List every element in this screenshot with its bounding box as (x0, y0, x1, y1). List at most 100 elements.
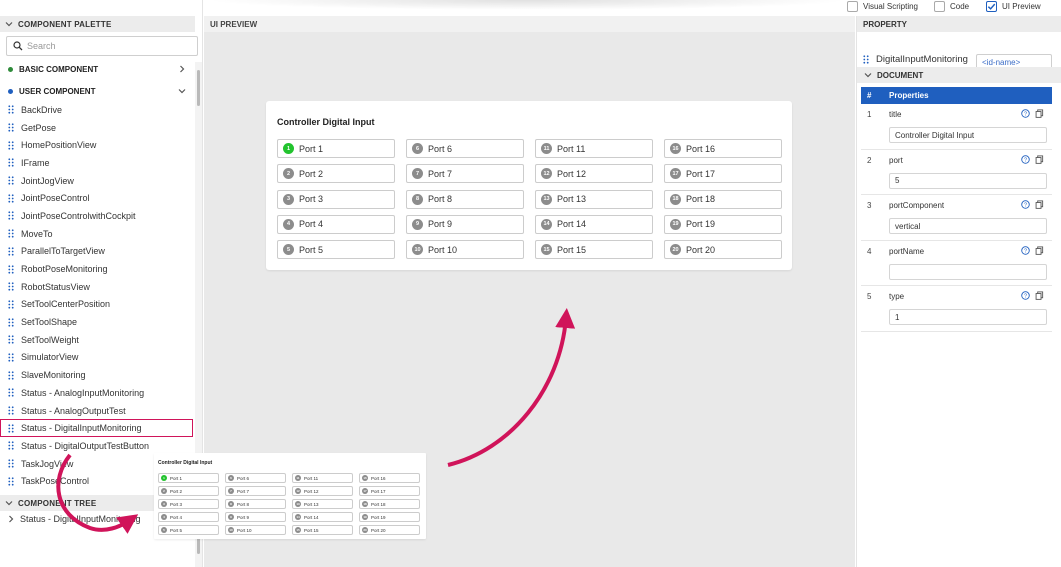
palette-item[interactable]: SetToolShape (0, 313, 195, 331)
property-value-input[interactable] (889, 263, 1047, 280)
property-index: 1 (867, 110, 872, 119)
main-port-5[interactable]: 5 Port 5 (277, 240, 395, 260)
property-value-input[interactable]: vertical (889, 218, 1047, 234)
code-label: Code (950, 2, 970, 11)
palette-item[interactable]: SlaveMonitoring (0, 366, 195, 384)
help-icon[interactable]: ? (1021, 200, 1030, 209)
main-port-8[interactable]: 8 Port 8 (406, 189, 524, 209)
main-port-11[interactable]: 11 Port 11 (535, 139, 653, 158)
palette-item[interactable]: JointJogView (0, 172, 195, 190)
main-port-3[interactable]: 3 Port 3 (277, 189, 395, 209)
palette-header[interactable]: COMPONENT PALETTE (0, 16, 195, 32)
help-icon[interactable]: ? (1021, 245, 1030, 255)
main-port-1[interactable]: 1 Port 1 (277, 139, 395, 158)
copy-icon[interactable] (1035, 154, 1044, 164)
main-port-13[interactable]: 13 Port 13 (535, 189, 653, 209)
palette-item[interactable]: JointPoseControlwithCockpit (0, 207, 195, 225)
ui-preview-toggle[interactable]: UI Preview (986, 1, 1041, 12)
user-component-group[interactable]: USER COMPONENT (0, 83, 195, 99)
property-name: portName (889, 246, 925, 256)
thumb-port-5: 5 Port 5 (158, 525, 219, 535)
port-label: Port 16 (371, 475, 386, 481)
port-status-indicator: 8 (228, 501, 234, 507)
drag-handle-icon (8, 264, 14, 274)
property-value-input[interactable]: Controller Digital Input (889, 127, 1047, 143)
main-port-14[interactable]: 14 Port 14 (535, 214, 653, 234)
port-label: Port 1 (170, 475, 183, 481)
code-checkbox[interactable] (934, 1, 945, 12)
port-label: Port 17 (371, 488, 386, 494)
palette-item[interactable]: SimulatorView (0, 349, 195, 367)
drag-handle-icon (8, 123, 14, 132)
code-toggle[interactable]: Code (934, 1, 969, 12)
search-input[interactable]: Search (6, 36, 198, 56)
main-port-20[interactable]: 20 Port 20 (664, 240, 782, 260)
port-label: Port 15 (304, 527, 319, 533)
help-icon[interactable]: ? (1021, 109, 1030, 118)
copy-icon[interactable] (1035, 245, 1044, 255)
document-header[interactable]: DOCUMENT (857, 67, 1061, 83)
palette-item-label: SetToolShape (21, 317, 78, 328)
main-port-15[interactable]: 15 Port 15 (535, 240, 653, 260)
visual-scripting-checkbox[interactable] (847, 1, 858, 12)
palette-item[interactable]: IFrame (0, 154, 195, 172)
palette-item[interactable]: MoveTo (0, 225, 195, 243)
scrollbar-thumb[interactable] (197, 70, 200, 106)
port-label: Port 16 (686, 143, 716, 154)
palette-item-label: IFrame (21, 157, 50, 168)
palette-item-label: JointJogView (21, 175, 74, 186)
main-port-2[interactable]: 2 Port 2 (277, 164, 395, 184)
palette-item[interactable]: JointPoseControl (0, 189, 195, 207)
palette-item[interactable]: ParallelToTargetView (0, 243, 195, 261)
thumb-port-13: 13 Port 13 (292, 499, 353, 509)
port-label: Port 1 (299, 143, 324, 154)
palette-item[interactable]: HomePositionView (0, 136, 195, 154)
palette-item[interactable]: SetToolWeight (0, 331, 195, 349)
main-port-9[interactable]: 9 Port 9 (406, 214, 524, 234)
palette-item[interactable]: RobotStatusView (0, 278, 195, 296)
help-icon[interactable]: ? (1021, 291, 1030, 300)
palette-item[interactable]: BackDrive (0, 101, 195, 119)
palette-item[interactable]: Status - AnalogOutputTest (0, 402, 195, 420)
copy-icon[interactable] (1035, 291, 1044, 300)
port-status-indicator: 14 (295, 514, 301, 520)
copy-icon[interactable] (1035, 109, 1044, 118)
ui-preview-checkbox[interactable] (986, 1, 997, 12)
palette-item[interactable]: GetPose (0, 119, 195, 137)
main-port-7[interactable]: 7 Port 7 (406, 164, 524, 184)
copy-icon[interactable] (1035, 200, 1044, 209)
port-label: Port 7 (428, 168, 453, 179)
palette-item[interactable]: SetToolCenterPosition (0, 296, 195, 314)
drag-handle-icon (8, 247, 14, 256)
palette-item[interactable]: RobotPoseMonitoring (0, 260, 195, 278)
scrollbar-thumb-lower[interactable] (197, 538, 200, 554)
digital-input-card[interactable]: Controller Digital Input 1 Port 1 2 Port 23… (266, 101, 792, 270)
property-value-input[interactable]: 1 (889, 309, 1047, 325)
main-port-4[interactable]: 4 Port 4 (277, 214, 395, 234)
main-port-6[interactable]: 6 Port 6 (406, 139, 524, 158)
port-status-indicator: 2 (161, 488, 167, 494)
basic-group-label: BASIC COMPONENT (19, 64, 99, 74)
main-port-18[interactable]: 18 Port 18 (664, 189, 782, 209)
visual-scripting-toggle[interactable]: Visual Scripting (847, 1, 918, 12)
port-status-indicator: 5 (283, 244, 294, 256)
property-header: PROPERTY (857, 16, 1061, 32)
palette-item[interactable]: Status - DigitalInputMonitoring (0, 419, 193, 438)
port-status-indicator: 20 (670, 244, 681, 256)
palette-item-label: SlaveMonitoring (21, 370, 86, 381)
main-port-19[interactable]: 19 Port 19 (664, 214, 782, 234)
basic-component-group[interactable]: BASIC COMPONENT (0, 61, 195, 77)
main-port-10[interactable]: 10 Port 10 (406, 240, 524, 260)
palette-item-label: SetToolWeight (21, 334, 79, 345)
palette-item[interactable]: Status - AnalogInputMonitoring (0, 384, 195, 402)
main-port-17[interactable]: 17 Port 17 (664, 164, 782, 184)
main-port-16[interactable]: 16 Port 16 (664, 139, 782, 158)
help-icon[interactable]: ? (1021, 154, 1030, 164)
port-label: Port 20 (686, 244, 716, 255)
thumb-port-17: 17 Port 17 (359, 486, 420, 496)
property-value-input[interactable]: 5 (889, 172, 1047, 189)
search-placeholder: Search (27, 41, 56, 51)
thumb-port-12: 12 Port 12 (292, 486, 353, 496)
main-port-12[interactable]: 12 Port 12 (535, 164, 653, 184)
palette-item-label: JointPoseControl (21, 193, 90, 204)
